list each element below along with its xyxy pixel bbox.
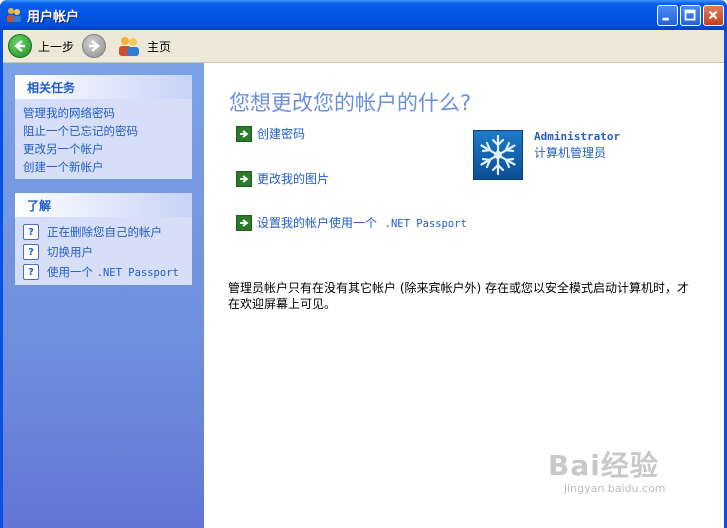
help-icon: ? [23,244,39,260]
change-another-account-link[interactable]: 更改另一个帐户 [23,140,184,158]
create-new-account-link[interactable]: 创建一个新帐户 [23,158,184,176]
close-icon [708,10,718,20]
back-button[interactable]: 上一步 [8,34,74,58]
maximize-button[interactable] [680,5,701,26]
manage-network-passwords-link[interactable]: 管理我的网络密码 [23,104,184,122]
related-tasks-title: 相关任务 [15,75,192,99]
use-passport-link[interactable]: 使用一个 .NET Passport [47,263,179,282]
use-passport-help[interactable]: ? 使用一个 .NET Passport [23,262,184,282]
forward-button[interactable] [82,34,106,58]
back-arrow-icon [8,34,32,58]
home-label: 主页 [147,39,172,54]
use-passport-suffix: .NET Passport [96,266,179,279]
green-arrow-icon [236,214,252,231]
switch-user-link[interactable]: 切换用户 [47,243,93,261]
user-picture[interactable] [473,130,523,180]
related-tasks-panel: 相关任务 管理我的网络密码 阻止一个已忘记的密码 更改另一个帐户 创建一个新帐户 [15,75,192,179]
learn-about-title: 了解 [15,193,192,217]
forward-arrow-icon [82,34,106,58]
user-role: 计算机管理员 [534,146,607,160]
delete-own-account-link[interactable]: 正在删除您自己的帐户 [47,223,162,241]
change-picture-link[interactable]: 更改我的图片 [257,170,329,187]
page-heading: 您想更改您的帐户的什么? [229,91,472,115]
setup-passport-action[interactable]: 设置我的帐户使用一个 .NET Passport [236,214,467,231]
help-icon: ? [23,224,39,240]
close-button[interactable] [703,5,724,26]
users-icon [7,8,21,22]
task-sidebar: 相关任务 管理我的网络密码 阻止一个已忘记的密码 更改另一个帐户 创建一个新帐户… [3,63,204,528]
maximize-icon [684,9,696,21]
toolbar: 上一步 主页 [3,30,724,63]
user-name: Administrator [534,130,621,143]
window-title: 用户帐户 [27,10,80,25]
title-bar[interactable]: 用户帐户 [0,0,727,30]
switch-user-help[interactable]: ? 切换用户 [23,242,184,262]
watermark: Bai经验 jingyan.baidu.com [548,444,666,495]
users-home-icon [119,37,139,56]
create-password-link[interactable]: 创建密码 [257,125,305,142]
watermark-brand: Bai经验 [548,449,659,482]
setup-passport-suffix: .NET Passport [384,218,467,230]
back-label: 上一步 [38,39,75,54]
user-accounts-window: 用户帐户 上一步 主页 相关任务 管理我的网络密码 阻止一个已忘记的密码 更改另… [0,0,727,528]
minimize-button[interactable] [657,5,678,26]
snowflake-icon [480,134,516,176]
setup-passport-link[interactable]: 设置我的帐户使用一个 .NET Passport [257,214,467,231]
green-arrow-icon [236,125,252,142]
create-password-action[interactable]: 创建密码 [236,125,305,142]
minimize-icon [662,17,669,21]
admin-note: 管理员帐户只有在没有其它帐户 (除来宾帐户外) 存在或您以安全模式启动计算机时，… [228,281,689,311]
watermark-url: jingyan.baidu.com [564,482,666,495]
delete-own-account-help[interactable]: ? 正在删除您自己的帐户 [23,222,184,242]
learn-about-panel: 了解 ? 正在删除您自己的帐户 ? 切换用户 ? 使用一个 .NET Passp… [15,193,192,285]
home-button[interactable]: 主页 [117,34,171,58]
setup-passport-prefix: 设置我的帐户使用一个 [257,216,378,230]
prevent-forgotten-password-link[interactable]: 阻止一个已忘记的密码 [23,122,184,140]
change-picture-action[interactable]: 更改我的图片 [236,170,329,187]
green-arrow-icon [236,170,252,187]
help-icon: ? [23,264,39,280]
use-passport-prefix: 使用一个 [47,264,93,279]
